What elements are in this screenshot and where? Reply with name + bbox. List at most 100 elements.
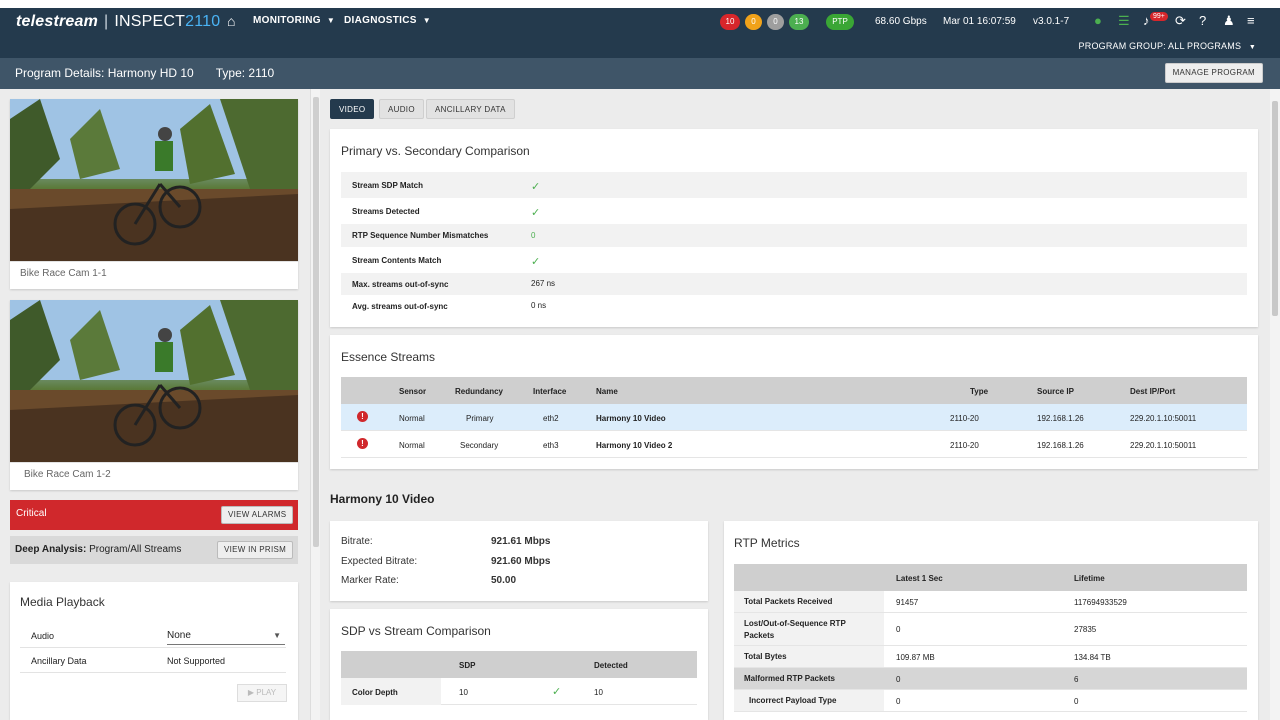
sdp-comparison-title: SDP vs Stream Comparison [341, 624, 491, 638]
table-row: Color Depth 10 ✓ 10 [341, 678, 697, 705]
stream-section-title: Harmony 10 Video [330, 492, 435, 506]
audio-select[interactable]: None ▼ [167, 627, 285, 645]
alarm-ok-count[interactable]: 13 [789, 14, 809, 30]
rtp-latest-value: 91457 [896, 598, 919, 607]
bitrate-label: Bitrate: [341, 536, 373, 547]
version-readout: v3.0.1-7 [1033, 16, 1070, 27]
deep-analysis-label: Deep Analysis: [15, 544, 87, 555]
bitrate-value: 921.61 Mbps [491, 536, 551, 547]
program-group-select[interactable]: PROGRAM GROUP: ALL PROGRAMS ▼ [1079, 41, 1256, 51]
column-header-latest: Latest 1 Sec [896, 574, 943, 583]
cell-redundancy: Secondary [460, 441, 499, 450]
tab-video[interactable]: VIDEO [330, 99, 375, 119]
manage-program-button[interactable]: MANAGE PROGRAM [1164, 63, 1263, 83]
home-icon[interactable]: ⌂ [227, 13, 235, 29]
cell-interface: eth3 [543, 441, 559, 450]
program-type: Type: 2110 [215, 66, 275, 80]
tab-audio[interactable]: AUDIO [379, 99, 424, 119]
table-row[interactable]: Malformed RTP Packets 0 6 [734, 668, 1247, 690]
media-playback-title: Media Playback [20, 595, 105, 609]
expected-bitrate-label: Expected Bitrate: [341, 556, 418, 567]
comparison-row-label: RTP Sequence Number Mismatches [352, 231, 489, 240]
sdp-comparison-card: SDP vs Stream Comparison SDP Detected Co… [330, 609, 708, 720]
main-scrollbar-thumb[interactable] [1272, 101, 1278, 316]
user-icon[interactable]: ♟ [1223, 13, 1235, 29]
alarm-minor-count[interactable]: 0 [767, 14, 784, 30]
column-header-type[interactable]: Type [970, 387, 988, 396]
page-title: Program Details: Harmony HD 10 Type: 2110 [15, 66, 274, 80]
column-header-sensor[interactable]: Sensor [399, 387, 426, 396]
navbar: telestream | INSPECT2110 ⌂ MONITORING ▼ DIA… [0, 8, 1280, 58]
column-header-source-ip[interactable]: Source IP [1037, 387, 1074, 396]
table-row[interactable]: ! Normal Primary eth2 Harmony 10 Video 2… [341, 404, 1247, 431]
comparison-row: RTP Sequence Number Mismatches 0 [341, 224, 1247, 247]
marker-rate-value: 50.00 [491, 575, 517, 586]
bell-icon[interactable]: ♪ [1143, 13, 1150, 28]
help-icon[interactable]: ? [1199, 13, 1206, 28]
rtp-metric-label: Malformed RTP Packets [734, 668, 884, 689]
rtp-latest-value: 109.87 MB [896, 653, 935, 662]
program-group-label: PROGRAM GROUP: ALL PROGRAMS [1078, 41, 1242, 51]
alarm-major-count[interactable]: 0 [745, 14, 762, 30]
left-scrollbar-thumb[interactable] [313, 97, 319, 547]
video-thumbnail-2[interactable]: Bike Race Cam 1-2 [10, 300, 298, 490]
essence-table-header: Sensor Redundancy Interface Name Type So… [341, 377, 1247, 404]
check-icon: ✓ [531, 256, 541, 268]
comparison-row-label: Stream Contents Match [352, 256, 442, 265]
cell-type: 2110-20 [950, 414, 979, 423]
check-icon: ✓ [552, 686, 562, 698]
column-header-dest-ip[interactable]: Dest IP/Port [1130, 387, 1175, 396]
left-scrollbar[interactable] [310, 89, 320, 720]
rtp-lifetime-value: 0 [1074, 697, 1079, 706]
cell-interface: eth2 [543, 414, 559, 423]
comparison-title: Primary vs. Secondary Comparison [341, 144, 530, 158]
table-row[interactable]: ! Normal Secondary eth3 Harmony 10 Video… [341, 431, 1247, 458]
list-icon[interactable]: ☰ [1118, 13, 1130, 29]
comparison-row: Max. streams out-of-sync 267 ns [341, 273, 1247, 295]
rtp-latest-value: 0 [896, 675, 901, 684]
play-button[interactable]: ▶ PLAY [237, 684, 287, 702]
bitrate-row: Bitrate: 921.61 Mbps [341, 536, 550, 547]
media-audio-row: Audio None ▼ [20, 624, 286, 648]
program-title: Program Details: Harmony HD 10 [15, 66, 194, 80]
ptp-badge[interactable]: PTP [826, 14, 854, 30]
play-icon: ▶ [247, 688, 255, 697]
rtp-lifetime-value: 134.84 TB [1074, 653, 1111, 662]
alarm-critical-count[interactable]: 10 [720, 14, 740, 30]
status-icon[interactable]: ● [1094, 13, 1102, 28]
cell-name[interactable]: Harmony 10 Video 2 [596, 441, 672, 450]
diagnostics-menu[interactable]: DIAGNOSTICS ▼ [344, 15, 431, 26]
thumbnail-image [10, 300, 298, 462]
monitoring-menu[interactable]: MONITORING ▼ [253, 15, 335, 26]
column-header-redundancy[interactable]: Redundancy [455, 387, 503, 396]
view-in-prism-button[interactable]: VIEW IN PRISM [217, 541, 294, 559]
cell-sdp: 10 [459, 688, 468, 697]
rtp-latest-value: 0 [896, 697, 901, 706]
video-thumbnail-1[interactable]: Bike Race Cam 1-1 [10, 99, 298, 289]
column-header-name[interactable]: Name [596, 387, 618, 396]
datetime-readout: Mar 01 16:07:59 [943, 16, 1016, 27]
tab-ancillary-data[interactable]: ANCILLARY DATA [426, 99, 515, 119]
cell-sensor: Normal [399, 414, 425, 423]
refresh-icon[interactable]: ⟳ [1175, 13, 1186, 29]
essence-streams-title: Essence Streams [341, 350, 436, 364]
essence-streams-card: Essence Streams Sensor Redundancy Interf… [330, 335, 1258, 469]
cell-name[interactable]: Harmony 10 Video [596, 414, 666, 423]
comparison-row: Stream Contents Match ✓ [341, 247, 1247, 273]
thumbnail-image [10, 99, 298, 261]
notification-badge: 99+ [1150, 12, 1168, 21]
view-alarms-button[interactable]: VIEW ALARMS [221, 506, 294, 524]
left-panel: Bike Race Cam 1-1 Bike Race Cam 1-2 Crit… [0, 89, 310, 720]
chevron-down-icon: ▼ [422, 16, 431, 25]
cell-sensor: Normal [399, 441, 425, 450]
hamburger-menu-icon[interactable]: ≡ [1247, 13, 1255, 28]
rtp-metrics-title: RTP Metrics [734, 536, 800, 550]
cell-source-ip: 192.168.1.26 [1037, 441, 1084, 450]
diagnostics-label: DIAGNOSTICS [344, 15, 417, 26]
column-header-interface[interactable]: Interface [533, 387, 566, 396]
error-icon: ! [357, 438, 368, 449]
brand-logo[interactable]: telestream | INSPECT2110 [16, 13, 220, 31]
main-scrollbar[interactable] [1270, 89, 1280, 720]
bitrate-card: Bitrate: 921.61 Mbps Expected Bitrate: 921… [330, 521, 708, 601]
deep-analysis-text: Deep Analysis: Program/All Streams [15, 544, 181, 555]
